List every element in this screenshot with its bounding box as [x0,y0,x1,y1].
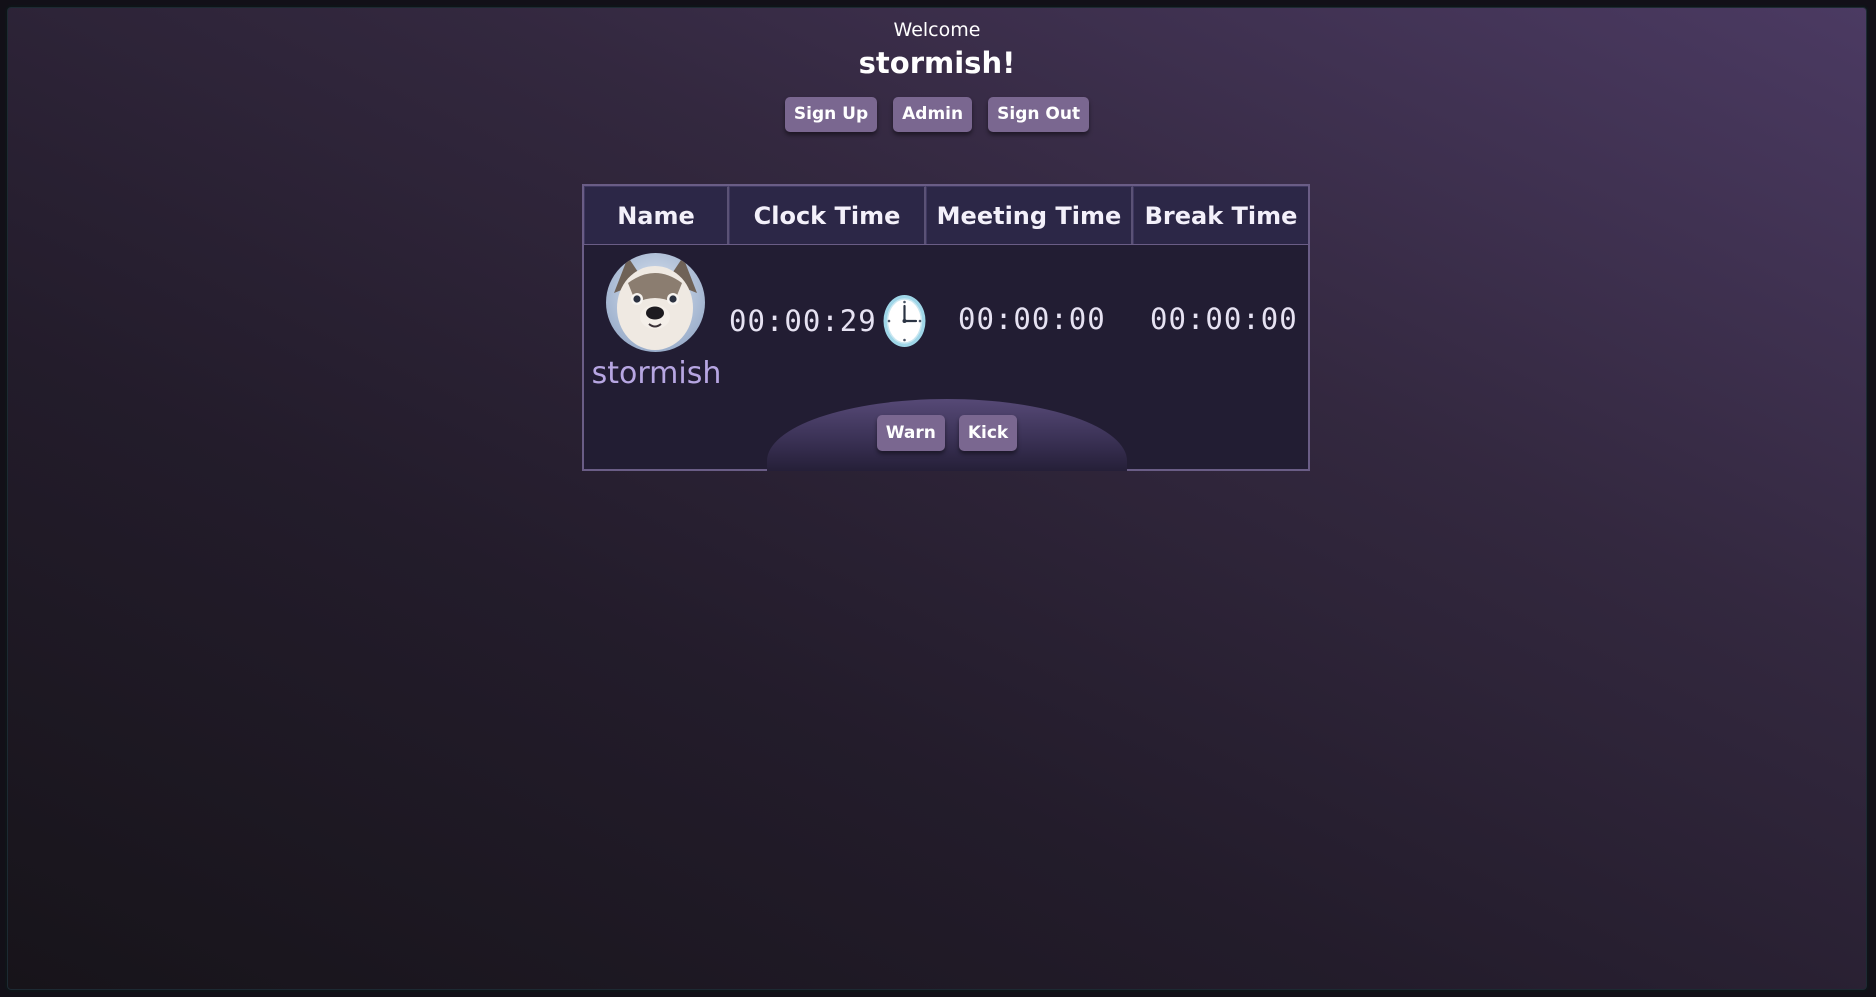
time-table: Name Clock Time Meeting Time Break Time [582,184,1310,471]
table-header: Name Clock Time Meeting Time Break Time [584,186,1308,245]
avatar [606,253,705,352]
clock-time-value: 00:00:29 [729,304,877,338]
sign-up-button[interactable]: Sign Up [784,97,878,132]
break-time-value: 00:00:00 [1150,302,1298,336]
column-header-meeting-time: Meeting Time [926,186,1133,244]
welcome-header: Welcome stormish! [8,18,1866,82]
user-name: stormish [591,356,722,391]
kick-button[interactable]: Kick [958,415,1018,451]
nav-buttons: Sign Up Admin Sign Out [8,97,1866,132]
warn-button[interactable]: Warn [876,415,945,451]
column-header-name: Name [584,186,729,244]
husky-dog-avatar [606,253,705,352]
clock-icon [882,294,927,348]
column-header-clock-time: Clock Time [729,186,926,244]
column-header-break-time: Break Time [1133,186,1308,244]
meeting-time-value: 00:00:00 [958,302,1106,336]
sign-out-button[interactable]: Sign Out [988,97,1090,132]
row-actions: Warn Kick [767,415,1127,451]
welcome-text: Welcome [893,19,981,41]
username-title: stormish! [858,46,1016,80]
app-window: Welcome stormish! Sign Up Admin Sign Out… [7,7,1867,990]
admin-button[interactable]: Admin [893,97,973,132]
